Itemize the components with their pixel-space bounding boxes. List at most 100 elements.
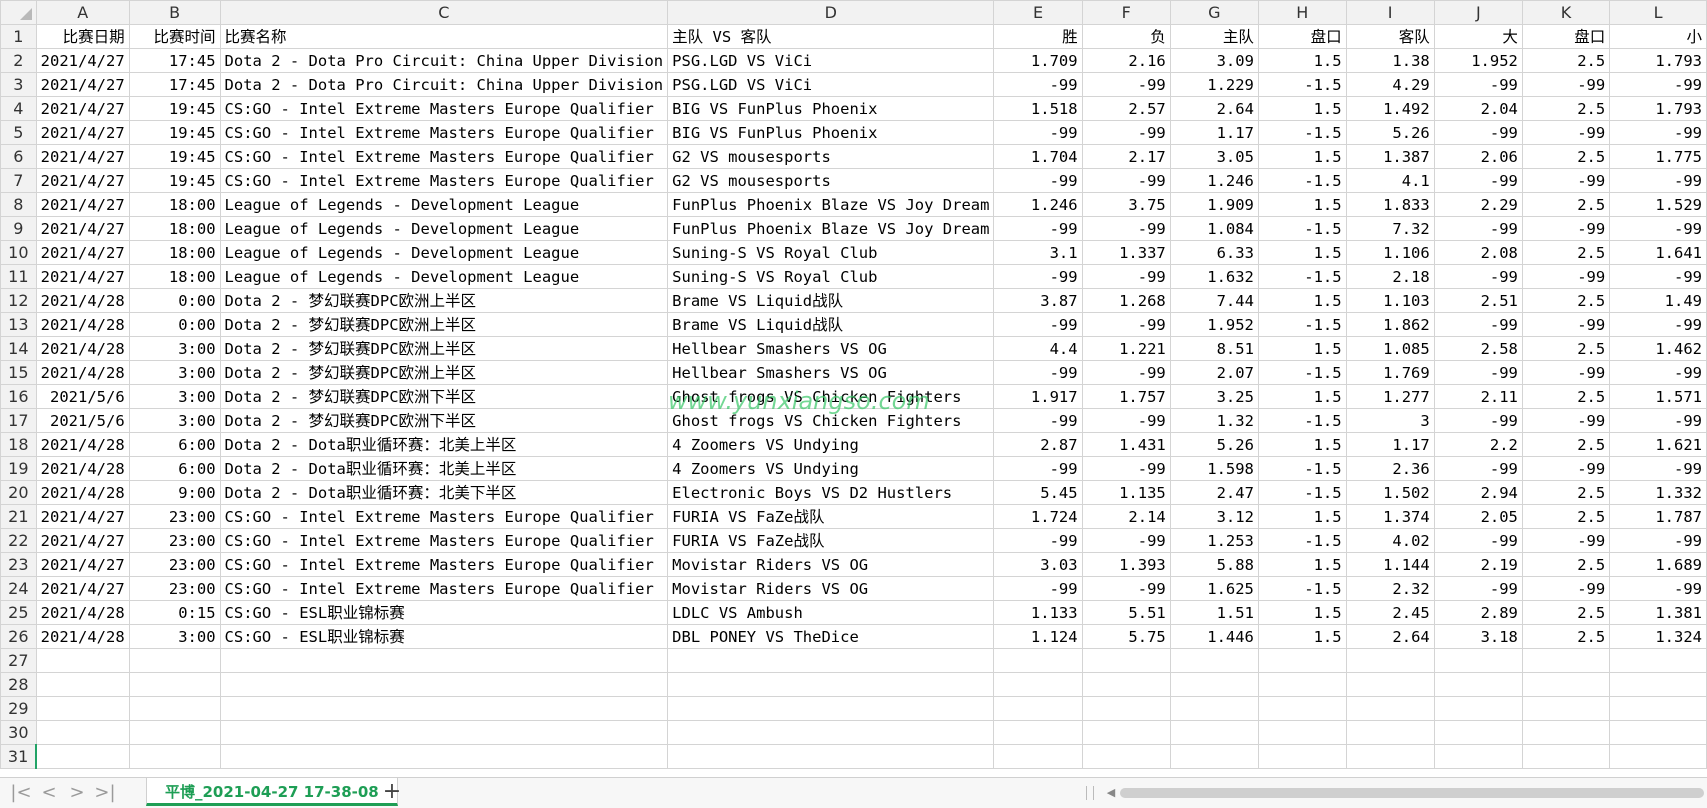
cell-b[interactable]: 19:45 <box>128 120 221 145</box>
cell-f[interactable] <box>1081 720 1171 745</box>
cell-k[interactable]: 2.5 <box>1521 600 1611 625</box>
cell-f[interactable]: -99 <box>1081 312 1171 337</box>
cell-g[interactable]: 1.952 <box>1169 312 1259 337</box>
cell-f[interactable]: -99 <box>1081 120 1171 145</box>
row-header[interactable]: 28 <box>0 672 37 697</box>
cell-i[interactable]: 5.26 <box>1345 120 1435 145</box>
cell-a[interactable]: 2021/4/27 <box>35 96 130 121</box>
cell-g[interactable]: 1.253 <box>1169 528 1259 553</box>
cell-j[interactable] <box>1433 648 1523 673</box>
cell-k[interactable]: -99 <box>1521 408 1611 433</box>
cell-h[interactable]: 1.5 <box>1257 144 1347 169</box>
cell-j[interactable]: -99 <box>1433 120 1523 145</box>
cell-e[interactable]: 3.03 <box>993 552 1083 577</box>
row-header[interactable]: 27 <box>0 648 37 673</box>
cell-c[interactable]: Dota 2 - 梦幻联赛DPC欧洲上半区 <box>219 288 669 313</box>
cell-e[interactable]: -99 <box>993 168 1083 193</box>
cell-table[interactable]: ABCDEFGHIJKL 1 比赛日期 比赛时间 比赛名称 主队 VS 客队胜负主队 盘口… <box>0 0 1707 769</box>
cell-d[interactable]: Hellbear Smashers VS OG <box>667 336 995 361</box>
cell-i[interactable]: 客队 <box>1345 24 1435 49</box>
tab-splitter-handle[interactable] <box>1086 786 1094 800</box>
cell-e[interactable]: 1.709 <box>993 48 1083 73</box>
cell-b[interactable]: 0:15 <box>128 600 221 625</box>
cell-d[interactable] <box>667 744 995 769</box>
cell-g[interactable]: 5.88 <box>1169 552 1259 577</box>
cell-j[interactable]: 2.04 <box>1433 96 1523 121</box>
cell-g[interactable]: 5.26 <box>1169 432 1259 457</box>
column-header-j[interactable]: J <box>1433 0 1523 25</box>
cell-a[interactable]: 2021/4/27 <box>35 192 130 217</box>
cell-f[interactable]: 负 <box>1081 24 1171 49</box>
cell-b[interactable]: 23:00 <box>128 576 221 601</box>
row-header[interactable]: 11 <box>0 264 37 289</box>
cell-i[interactable]: 1.387 <box>1345 144 1435 169</box>
horizontal-scrollbar[interactable]: ◀ <box>1104 782 1704 804</box>
cell-k[interactable]: -99 <box>1521 576 1611 601</box>
cell-j[interactable]: 2.2 <box>1433 432 1523 457</box>
cell-h[interactable]: 1.5 <box>1257 192 1347 217</box>
cell-f[interactable]: 5.51 <box>1081 600 1171 625</box>
cell-k[interactable]: 2.5 <box>1521 144 1611 169</box>
cell-c[interactable]: CS:GO - Intel Extreme Masters Europe Qua… <box>219 168 669 193</box>
cell-c[interactable]: Dota 2 - Dota职业循环赛：北美下半区 <box>219 480 669 505</box>
cell-f[interactable]: 1.393 <box>1081 552 1171 577</box>
cell-e[interactable]: -99 <box>993 312 1083 337</box>
cell-i[interactable] <box>1345 744 1435 769</box>
cell-j[interactable] <box>1433 744 1523 769</box>
cell-h[interactable]: 1.5 <box>1257 600 1347 625</box>
cell-a[interactable]: 2021/4/28 <box>35 312 130 337</box>
last-sheet-icon[interactable]: >| <box>94 782 116 804</box>
row-header[interactable]: 7 <box>0 168 37 193</box>
scrollbar-track[interactable] <box>1120 788 1704 798</box>
cell-i[interactable]: 1.492 <box>1345 96 1435 121</box>
cell-g[interactable]: 1.246 <box>1169 168 1259 193</box>
cell-k[interactable]: 2.5 <box>1521 432 1611 457</box>
cell-d[interactable]: Suning-S VS Royal Club <box>667 240 995 265</box>
cell-a[interactable]: 2021/4/28 <box>35 336 130 361</box>
cell-c[interactable]: CS:GO - ESL职业锦标赛 <box>219 624 669 649</box>
cell-g[interactable] <box>1169 744 1259 769</box>
cell-g[interactable]: 3.12 <box>1169 504 1259 529</box>
cell-b[interactable]: 3:00 <box>128 336 221 361</box>
cell-c[interactable]: Dota 2 - Dota Pro Circuit: China Upper D… <box>219 72 669 97</box>
row-header[interactable]: 3 <box>0 72 37 97</box>
cell-f[interactable]: -99 <box>1081 72 1171 97</box>
cell-j[interactable]: -99 <box>1433 360 1523 385</box>
cell-l[interactable]: 1.529 <box>1609 192 1707 217</box>
cell-h[interactable]: 1.5 <box>1257 432 1347 457</box>
cell-f[interactable]: -99 <box>1081 456 1171 481</box>
cell-e[interactable]: 1.704 <box>993 144 1083 169</box>
column-header-h[interactable]: H <box>1257 0 1347 25</box>
cell-f[interactable]: -99 <box>1081 360 1171 385</box>
cell-e[interactable]: 4.4 <box>993 336 1083 361</box>
cell-a[interactable]: 2021/4/27 <box>35 528 130 553</box>
cell-e[interactable] <box>993 744 1083 769</box>
cell-b[interactable]: 0:00 <box>128 288 221 313</box>
first-sheet-icon[interactable]: |< <box>10 782 32 804</box>
cell-d[interactable] <box>667 672 995 697</box>
cell-c[interactable]: Dota 2 - Dota职业循环赛：北美上半区 <box>219 432 669 457</box>
cell-c[interactable]: CS:GO - Intel Extreme Masters Europe Qua… <box>219 120 669 145</box>
cell-i[interactable]: 1.085 <box>1345 336 1435 361</box>
cell-h[interactable]: 1.5 <box>1257 288 1347 313</box>
cell-b[interactable] <box>128 672 221 697</box>
row-header[interactable]: 14 <box>0 336 37 361</box>
cell-k[interactable]: -99 <box>1521 168 1611 193</box>
cell-h[interactable]: -1.5 <box>1257 480 1347 505</box>
row-header[interactable]: 31 <box>0 744 38 769</box>
cell-f[interactable]: 1.337 <box>1081 240 1171 265</box>
row-header[interactable]: 13 <box>0 312 37 337</box>
cell-g[interactable]: 7.44 <box>1169 288 1259 313</box>
cell-d[interactable]: FunPlus Phoenix Blaze VS Joy Dream <box>667 216 995 241</box>
cell-a[interactable]: 2021/4/27 <box>35 72 130 97</box>
cell-k[interactable]: 盘口 <box>1521 24 1611 49</box>
cell-d[interactable]: Movistar Riders VS OG <box>667 552 995 577</box>
cell-d[interactable]: Ghost frogs VS Chicken Fighters <box>667 408 995 433</box>
cell-g[interactable]: 1.446 <box>1169 624 1259 649</box>
row-header[interactable]: 23 <box>0 552 37 577</box>
cell-j[interactable]: 3.18 <box>1433 624 1523 649</box>
cell-l[interactable]: -99 <box>1609 264 1707 289</box>
cell-b[interactable]: 23:00 <box>128 528 221 553</box>
cell-e[interactable]: -99 <box>993 216 1083 241</box>
cell-a[interactable]: 2021/4/27 <box>35 120 130 145</box>
